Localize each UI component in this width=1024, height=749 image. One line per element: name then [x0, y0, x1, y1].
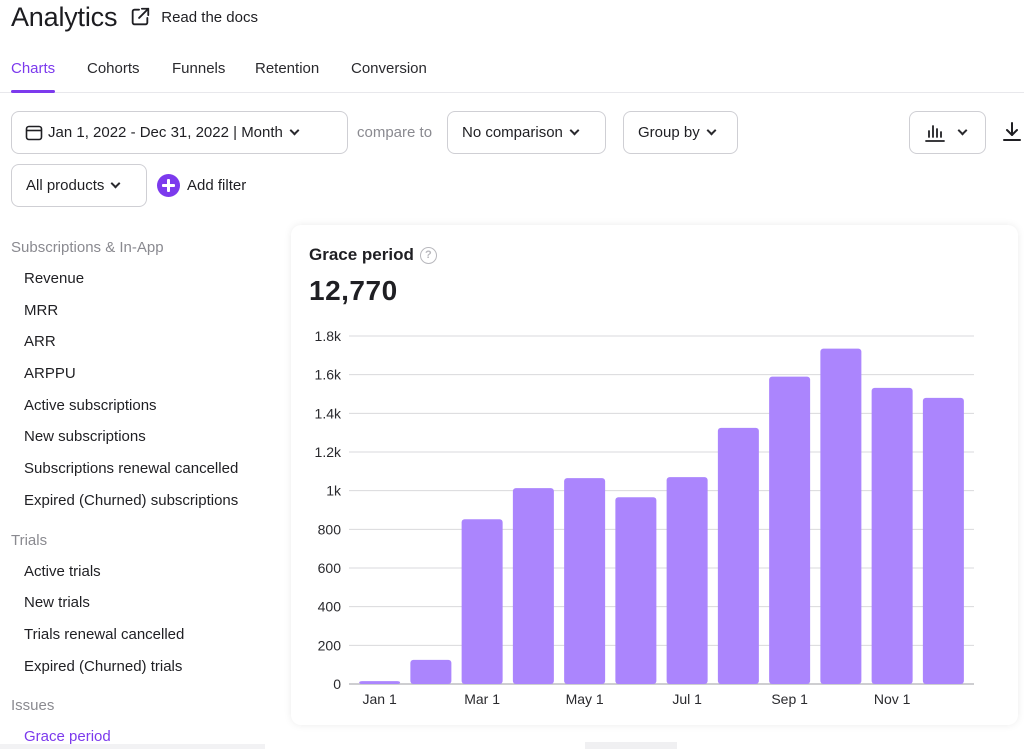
chevron-down-icon [110, 178, 121, 189]
page-header: Analytics Read the docs [11, 0, 258, 34]
y-tick-label: 1k [326, 483, 342, 499]
download-icon [1003, 122, 1021, 141]
tab-retention[interactable]: Retention [255, 60, 319, 92]
y-tick-label: 1.2k [315, 444, 342, 460]
tab-bar: Charts Cohorts Funnels Retention Convers… [0, 52, 1024, 93]
y-tick-label: 0 [333, 676, 341, 692]
bar-oct [820, 348, 862, 684]
scroll-shadow [0, 744, 265, 749]
sidebar-item-new-subscriptions[interactable]: New subscriptions [0, 421, 280, 453]
page-title: Analytics [11, 1, 118, 32]
sidebar-item-subscriptions-renewal-cancelled[interactable]: Subscriptions renewal cancelled [0, 453, 280, 485]
bar-mar [461, 519, 503, 684]
y-tick-label: 400 [318, 599, 342, 615]
sidebar-item-revenue[interactable]: Revenue [0, 263, 280, 295]
sidebar-item-trials-renewal-cancelled[interactable]: Trials renewal cancelled [0, 619, 280, 651]
sidebar-item-expired-trials[interactable]: Expired (Churned) trials [0, 651, 280, 683]
x-tick-label: May 1 [566, 691, 604, 707]
sidebar-item-expired-subscriptions[interactable]: Expired (Churned) subscriptions [0, 485, 280, 517]
x-tick-label: Jul 1 [672, 691, 702, 707]
sidebar-group-subscriptions: Subscriptions & In-App [11, 239, 164, 256]
chart-type-select[interactable] [909, 111, 986, 154]
scroll-shadow [585, 742, 677, 749]
date-range-select[interactable]: Jan 1, 2022 - Dec 31, 2022 | Month [11, 111, 348, 154]
y-tick-label: 1.8k [315, 328, 342, 344]
add-filter-label: Add filter [187, 177, 247, 194]
x-tick-label: Mar 1 [464, 691, 500, 707]
tab-cohorts[interactable]: Cohorts [87, 60, 140, 92]
sidebar-item-arppu[interactable]: ARPPU [0, 358, 280, 390]
y-tick-label: 200 [318, 637, 342, 653]
y-tick-label: 600 [318, 560, 342, 576]
chevron-down-icon [706, 125, 717, 136]
bar-chart: 0 200 400 600 800 1k 1.2k 1.4k 1.6k 1.8k Jan 1 Mar … [315, 328, 974, 707]
bar-sep [769, 376, 811, 684]
chevron-down-icon [289, 125, 300, 136]
metrics-sidebar: Subscriptions & In-App Revenue MRR ARR A… [0, 232, 280, 749]
tab-funnels[interactable]: Funnels [172, 60, 225, 92]
bar-feb [410, 659, 452, 684]
bar-jan [359, 681, 401, 684]
bar-jul [666, 477, 708, 684]
calendar-icon [25, 125, 43, 140]
sidebar-item-mrr[interactable]: MRR [0, 295, 280, 327]
compare-to-label: compare to [357, 124, 433, 141]
bar-jun [615, 497, 657, 684]
bar-chart-icon [925, 124, 945, 142]
tab-conversion[interactable]: Conversion [351, 60, 427, 92]
download-button[interactable] [1002, 120, 1022, 144]
chevron-down-icon [569, 125, 580, 136]
y-tick-label: 800 [318, 521, 342, 537]
sidebar-group-trials: Trials [11, 531, 48, 549]
y-tick-label: 1.6k [315, 367, 342, 383]
date-range-label: Jan 1, 2022 - Dec 31, 2022 | Month [48, 124, 283, 141]
sidebar-item-arr[interactable]: ARR [0, 326, 280, 358]
sidebar-group-issues: Issues [11, 697, 55, 715]
comparison-label: No comparison [462, 124, 563, 141]
plus-circle-icon [157, 174, 180, 197]
read-docs-label: Read the docs [161, 8, 258, 26]
sidebar-item-active-subscriptions[interactable]: Active subscriptions [0, 390, 280, 422]
bar-apr [512, 488, 554, 684]
bar-may [564, 478, 606, 684]
bar-dec [922, 397, 964, 684]
group-by-label: Group by [638, 124, 700, 141]
products-label: All products [26, 177, 105, 194]
x-tick-label: Nov 1 [874, 691, 911, 707]
chevron-down-icon [957, 125, 968, 136]
tab-charts[interactable]: Charts [11, 60, 56, 93]
bar-nov [871, 387, 913, 684]
products-select[interactable]: All products [11, 164, 147, 207]
sidebar-item-active-trials[interactable]: Active trials [0, 556, 280, 588]
read-docs-link[interactable]: Read the docs [129, 6, 258, 28]
x-tick-label: Jan 1 [363, 691, 397, 707]
add-filter-button[interactable]: Add filter [157, 174, 246, 197]
comparison-select[interactable]: No comparison [447, 111, 606, 154]
external-link-icon [132, 7, 150, 26]
chart-card: Grace period ? 12,770 0 200 400 600 800 1k 1.2… [291, 225, 1018, 725]
x-tick-label: Sep 1 [771, 691, 808, 707]
bar-aug [717, 427, 759, 684]
sidebar-item-new-trials[interactable]: New trials [0, 587, 280, 619]
y-tick-label: 1.4k [315, 405, 342, 421]
group-by-select[interactable]: Group by [623, 111, 738, 154]
